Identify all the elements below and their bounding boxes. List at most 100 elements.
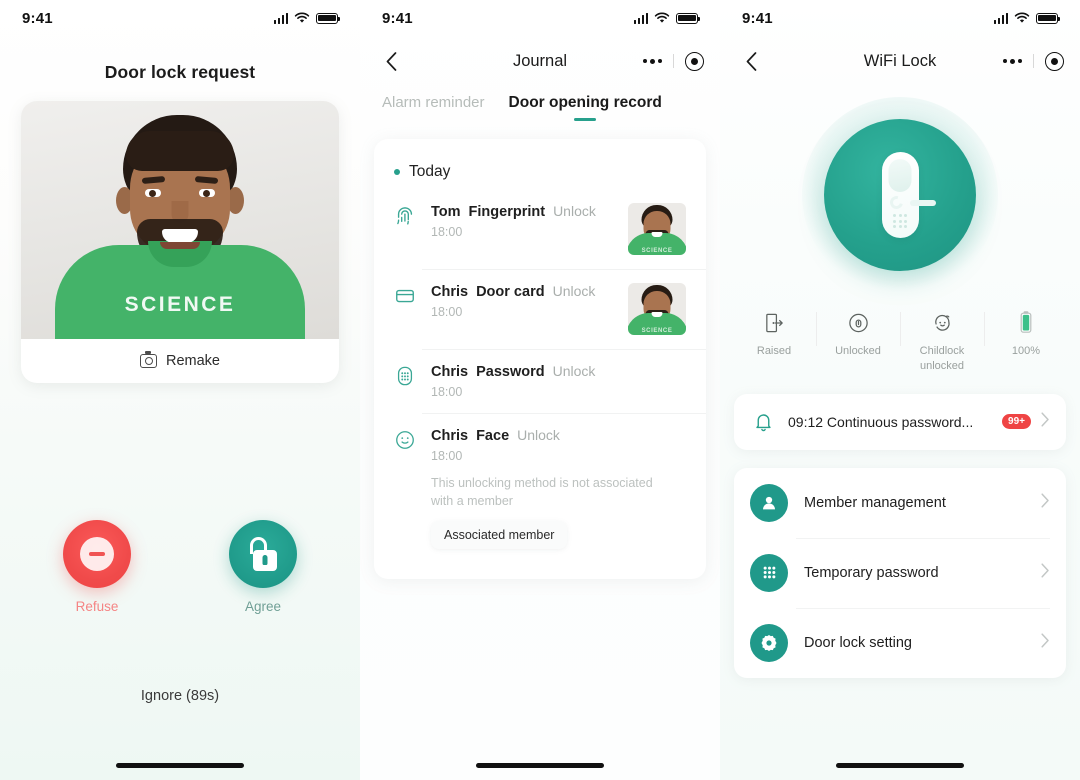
panel-door-lock-request: 9:41 Door lock request SCIENCE Remake Re… — [0, 0, 360, 780]
bell-icon — [750, 411, 776, 433]
lock-menu: Member management Temporary password Doo… — [734, 467, 1066, 678]
keypad-icon — [394, 365, 421, 399]
back-button[interactable] — [376, 46, 406, 76]
request-actions: Refuse Agree — [0, 520, 360, 614]
home-indicator — [116, 763, 244, 768]
entry-action: Unlock — [553, 203, 596, 219]
associate-member-button[interactable]: Associated member — [431, 521, 568, 550]
refuse-button[interactable]: Refuse — [42, 520, 152, 614]
status-childlock: Childlock unlocked — [900, 308, 984, 374]
status-raised: Raised — [732, 308, 816, 374]
entry-body: Chris Face Unlock 18:00 This unlocking m… — [421, 427, 686, 550]
keypad-grid-icon — [750, 553, 788, 592]
face-icon — [394, 429, 421, 549]
battery-full-icon — [316, 12, 341, 24]
today-section-header: Today — [374, 145, 706, 189]
cellular-signal-icon — [993, 12, 1008, 24]
entry-time: 18:00 — [431, 385, 463, 399]
status-bar: 9:41 — [720, 0, 1080, 36]
nav-bar: WiFi Lock — [720, 36, 1080, 86]
menu-item-member-management[interactable]: Member management — [734, 468, 1066, 538]
status-time: 9:41 — [22, 9, 53, 27]
person-icon — [750, 483, 788, 522]
shirt-text: SCIENCE — [124, 293, 236, 316]
menu-label: Member management — [804, 494, 946, 511]
entry-method: Door card — [476, 284, 545, 300]
status-icons — [633, 12, 701, 24]
menu-item-door-lock-setting[interactable]: Door lock setting — [734, 607, 1066, 678]
lock-hero — [720, 90, 1080, 300]
refuse-label: Refuse — [75, 599, 119, 614]
entry-method: Password — [476, 364, 545, 380]
entry-action: Unlock — [552, 363, 596, 379]
back-button[interactable] — [736, 46, 766, 76]
entry-thumbnail[interactable]: SCIENCE — [628, 283, 686, 335]
nav-actions — [1003, 51, 1064, 71]
entry-body: Chris Door card Unlock 18:00 — [421, 283, 618, 335]
journal-card: Today Tom Fingerprint Unlock 18:00 SCIEN… — [374, 139, 706, 580]
minus-circle-icon — [63, 520, 131, 588]
entry-time: 18:00 — [431, 449, 463, 463]
nav-divider — [673, 54, 674, 68]
nav-actions — [643, 51, 704, 71]
door-card-icon — [394, 285, 421, 335]
entry-name: Chris — [431, 364, 469, 380]
status-bar: 9:41 — [0, 0, 360, 36]
target-icon[interactable] — [1045, 51, 1064, 71]
agree-button[interactable]: Agree — [208, 520, 318, 614]
status-badge: 99+ — [1002, 414, 1031, 430]
status-time: 9:41 — [382, 9, 413, 27]
wifi-icon — [1014, 12, 1030, 23]
tab-alarm-reminder[interactable]: Alarm reminder — [382, 94, 485, 118]
entry-thumbnail[interactable]: SCIENCE — [628, 203, 686, 255]
more-dots-icon[interactable] — [1003, 58, 1022, 64]
remake-label: Remake — [166, 353, 220, 369]
status-icons — [273, 12, 341, 24]
status-label: 100% — [1011, 345, 1041, 357]
home-indicator — [476, 763, 604, 768]
entry-name: Chris — [431, 284, 469, 300]
chevron-left-icon — [746, 51, 756, 71]
target-icon[interactable] — [685, 51, 704, 71]
entry-body: Chris Password Unlock 18:00 — [421, 363, 686, 399]
status-unlocked: Unlocked — [816, 308, 900, 374]
thumb-shirt-text: SCIENCE — [641, 328, 673, 334]
chevron-right-icon — [1041, 412, 1050, 432]
battery-full-icon — [676, 12, 701, 24]
status-label: Raised — [756, 345, 792, 357]
wifi-icon — [654, 12, 670, 23]
status-label: Unlocked — [835, 345, 881, 357]
agree-label: Agree — [244, 599, 282, 614]
nav-bar: Journal — [360, 36, 720, 86]
unlocked-icon — [816, 308, 900, 338]
menu-item-temporary-password[interactable]: Temporary password — [734, 537, 1066, 608]
ignore-button[interactable]: Ignore (89s) — [0, 688, 360, 704]
gear-icon — [750, 623, 788, 662]
menu-label: Temporary password — [804, 564, 939, 581]
remake-button[interactable]: Remake — [21, 339, 339, 383]
fingerprint-icon — [394, 205, 421, 255]
more-dots-icon[interactable] — [643, 58, 662, 64]
alert-banner[interactable]: 09:12 Continuous password... 99+ — [734, 393, 1066, 450]
chevron-left-icon — [386, 51, 396, 71]
list-item[interactable]: Chris Door card Unlock 18:00 SCIENCE — [374, 269, 706, 349]
status-battery: 100% — [984, 308, 1068, 374]
menu-label: Door lock setting — [804, 634, 912, 651]
section-label: Today — [409, 163, 451, 180]
childlock-icon — [900, 308, 984, 338]
request-photo-card: SCIENCE Remake — [21, 101, 339, 383]
list-item[interactable]: Tom Fingerprint Unlock 18:00 SCIENCE — [374, 189, 706, 269]
smart-door-lock-icon[interactable] — [824, 119, 976, 271]
list-item[interactable]: Chris Password Unlock 18:00 — [374, 349, 706, 413]
tab-door-opening-record[interactable]: Door opening record — [509, 94, 662, 119]
entry-time: 18:00 — [431, 225, 463, 239]
status-bar: 9:41 — [360, 0, 720, 36]
lock-status-row: Raised Unlocked Childlock unlocked 100% — [720, 300, 1080, 374]
entry-method: Fingerprint — [468, 204, 546, 220]
camera-icon — [140, 351, 157, 368]
battery-icon — [984, 308, 1068, 338]
list-item[interactable]: Chris Face Unlock 18:00 This unlocking m… — [374, 413, 706, 563]
entry-time: 18:00 — [431, 305, 463, 319]
chevron-right-icon — [1041, 563, 1050, 583]
panel-wifi-lock: 9:41 WiFi Lock Raised Unlocked Childlock… — [720, 0, 1080, 780]
